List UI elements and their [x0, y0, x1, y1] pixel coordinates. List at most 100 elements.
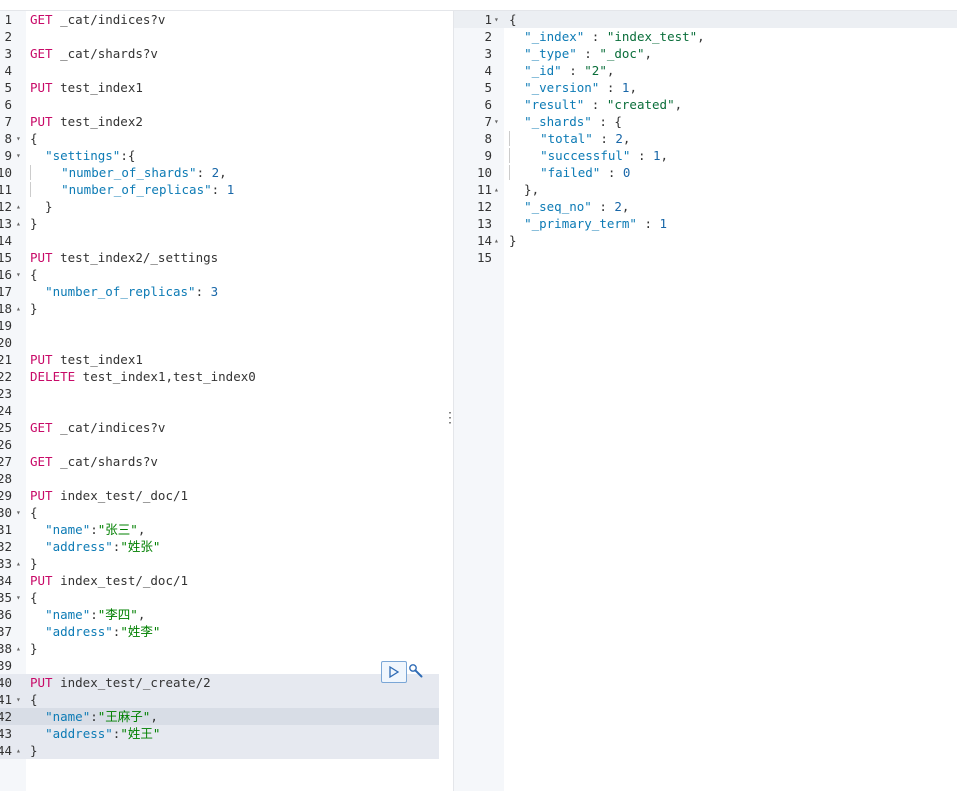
code-text[interactable]: }: [30, 215, 38, 232]
fold-toggle-icon[interactable]: ▾: [16, 266, 25, 283]
editor-line[interactable]: 7 PUT test_index2: [0, 113, 439, 130]
editor-line[interactable]: 8 ▾ {: [0, 130, 439, 147]
editor-line[interactable]: 16 ▾ {: [0, 266, 439, 283]
editor-line[interactable]: 9 ▾ "settings":{: [0, 147, 439, 164]
code-text[interactable]: GET _cat/indices?v: [30, 419, 165, 436]
fold-toggle-icon[interactable]: ▾: [16, 691, 25, 708]
editor-line[interactable]: 12 ▴ }: [0, 198, 439, 215]
code-text[interactable]: PUT test_index2: [30, 113, 143, 130]
editor-line[interactable]: 24: [0, 402, 439, 419]
code-text[interactable]: PUT index_test/_doc/1: [30, 487, 188, 504]
editor-line[interactable]: 15 PUT test_index2/_settings: [0, 249, 439, 266]
code-text[interactable]: {: [30, 130, 38, 147]
editor-line[interactable]: 42 "name":"王麻子",: [0, 708, 439, 725]
editor-line[interactable]: 38 ▴}: [0, 640, 439, 657]
editor-line[interactable]: 17 "number_of_replicas": 3: [0, 283, 439, 300]
editor-line[interactable]: 28: [0, 470, 439, 487]
code-text[interactable]: "number_of_shards": 2,: [30, 164, 227, 181]
editor-line[interactable]: 44 ▴}: [0, 742, 439, 759]
editor-line[interactable]: 3 GET _cat/shards?v: [0, 45, 439, 62]
fold-toggle-icon[interactable]: ▾: [494, 113, 503, 130]
editor-line[interactable]: 36 "name":"李四",: [0, 606, 439, 623]
editor-line[interactable]: 22 DELETE test_index1,test_index0: [0, 368, 439, 385]
code-text[interactable]: PUT test_index1: [30, 351, 143, 368]
code-text[interactable]: "name":"张三",: [30, 521, 145, 538]
code-text[interactable]: PUT index_test/_doc/1: [30, 572, 188, 589]
code-text[interactable]: PUT index_test/_create/2: [30, 674, 211, 691]
fold-toggle-icon[interactable]: ▾: [494, 11, 503, 28]
editor-line[interactable]: 13 ▴}: [0, 215, 439, 232]
editor-lines[interactable]: 1 GET _cat/indices?v 2 3 GET _cat/shards?v 4 5…: [0, 11, 439, 759]
editor-line[interactable]: 23: [0, 385, 439, 402]
editor-line[interactable]: 41 ▾ {: [0, 691, 439, 708]
fold-toggle-icon[interactable]: ▴: [494, 232, 503, 249]
editor-line[interactable]: 26: [0, 436, 439, 453]
editor-line[interactable]: 43 "address":"姓王": [0, 725, 439, 742]
fold-toggle-icon[interactable]: ▴: [16, 742, 25, 759]
editor-line[interactable]: 34 PUT index_test/_doc/1: [0, 572, 439, 589]
line-number: 20: [0, 335, 12, 350]
fold-toggle-icon[interactable]: ▾: [16, 589, 25, 606]
editor-line[interactable]: 14: [0, 232, 439, 249]
editor-line[interactable]: 40 PUT index_test/_create/2: [0, 674, 439, 691]
code-text[interactable]: DELETE test_index1,test_index0: [30, 368, 256, 385]
editor-line[interactable]: 37 "address":"姓李": [0, 623, 439, 640]
fold-toggle-icon[interactable]: ▴: [16, 300, 25, 317]
editor-line[interactable]: 4: [0, 62, 439, 79]
code-text[interactable]: "name":"王麻子",: [30, 708, 158, 725]
editor-line[interactable]: 1 GET _cat/indices?v: [0, 11, 439, 28]
editor-line[interactable]: 6: [0, 96, 439, 113]
editor-line[interactable]: 21 PUT test_index1: [0, 351, 439, 368]
pane-resizer[interactable]: ⋮: [439, 11, 457, 791]
fold-toggle-icon[interactable]: ▴: [494, 181, 503, 198]
code-text[interactable]: GET _cat/shards?v: [30, 453, 158, 470]
fold-toggle-icon[interactable]: ▴: [16, 640, 25, 657]
editor-line[interactable]: 31 "name":"张三",: [0, 521, 439, 538]
code-text[interactable]: "name":"李四",: [30, 606, 145, 623]
editor-line[interactable]: 2: [0, 28, 439, 45]
code-text[interactable]: "number_of_replicas": 1: [30, 181, 234, 198]
editor-line[interactable]: 11 "number_of_replicas": 1: [0, 181, 439, 198]
code-text[interactable]: "address":"姓张": [30, 538, 160, 555]
code-text[interactable]: "address":"姓王": [30, 725, 160, 742]
code-text[interactable]: "number_of_replicas": 3: [30, 283, 218, 300]
code-text[interactable]: "address":"姓李": [30, 623, 160, 640]
editor-line[interactable]: 20: [0, 334, 439, 351]
editor-line[interactable]: 39: [0, 657, 439, 674]
code-text[interactable]: "settings":{: [30, 147, 135, 164]
code-text[interactable]: }: [30, 742, 38, 759]
code-text[interactable]: }: [30, 198, 53, 215]
editor-line[interactable]: 32 "address":"姓张": [0, 538, 439, 555]
request-editor[interactable]: 1 GET _cat/indices?v 2 3 GET _cat/shards?v 4 5…: [0, 11, 439, 791]
fold-toggle-icon[interactable]: ▾: [16, 130, 25, 147]
editor-line[interactable]: 33 ▴}: [0, 555, 439, 572]
code-text[interactable]: PUT test_index1: [30, 79, 143, 96]
fold-toggle-icon[interactable]: ▴: [16, 555, 25, 572]
code-text[interactable]: }: [30, 300, 38, 317]
editor-line[interactable]: 5 PUT test_index1: [0, 79, 439, 96]
code-text[interactable]: {: [30, 589, 38, 606]
code-text[interactable]: {: [30, 691, 38, 708]
fold-toggle-icon[interactable]: ▴: [16, 198, 25, 215]
editor-line[interactable]: 29 PUT index_test/_doc/1: [0, 487, 439, 504]
code-text[interactable]: }: [30, 555, 38, 572]
editor-line[interactable]: 35 ▾ {: [0, 589, 439, 606]
code-token: "failed": [540, 165, 601, 180]
editor-line[interactable]: 25 GET _cat/indices?v: [0, 419, 439, 436]
editor-line[interactable]: 30 ▾ {: [0, 504, 439, 521]
fold-toggle-icon[interactable]: ▾: [16, 147, 25, 164]
code-text[interactable]: {: [30, 266, 38, 283]
code-text[interactable]: PUT test_index2/_settings: [30, 249, 218, 266]
fold-toggle-icon[interactable]: ▾: [16, 504, 25, 521]
editor-line[interactable]: 10 "number_of_shards": 2,: [0, 164, 439, 181]
run-request-button[interactable]: [381, 661, 407, 683]
code-text[interactable]: }: [30, 640, 38, 657]
code-text[interactable]: GET _cat/shards?v: [30, 45, 158, 62]
editor-line[interactable]: 27 GET _cat/shards?v: [0, 453, 439, 470]
settings-wrench-button[interactable]: [407, 662, 425, 680]
editor-line[interactable]: 18 ▴}: [0, 300, 439, 317]
editor-line[interactable]: 19: [0, 317, 439, 334]
fold-toggle-icon[interactable]: ▴: [16, 215, 25, 232]
code-text[interactable]: {: [30, 504, 38, 521]
code-text[interactable]: GET _cat/indices?v: [30, 11, 165, 28]
